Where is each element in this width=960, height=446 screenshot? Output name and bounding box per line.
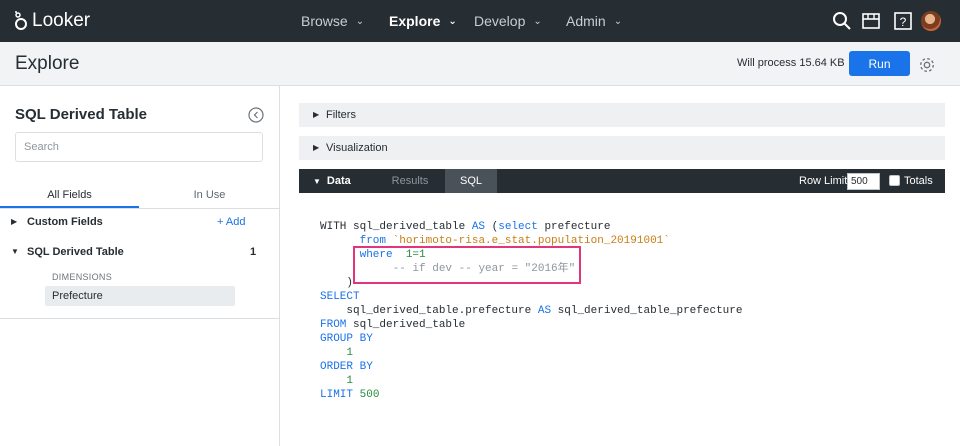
- nav-admin[interactable]: Admin ⌄: [566, 0, 622, 42]
- sql-keyword: GROUP BY: [320, 333, 373, 345]
- page-title: Explore: [15, 53, 80, 74]
- totals-checkbox[interactable]: [889, 175, 900, 186]
- custom-fields-row[interactable]: ▶ Custom Fields + Add: [0, 212, 280, 234]
- sql-keyword: AS: [537, 305, 552, 317]
- dimensions-header: DIMENSIONS: [52, 272, 113, 282]
- nav-explore[interactable]: Explore ⌄: [389, 0, 457, 42]
- tab-divider: [0, 208, 280, 209]
- sql-line: FROM sql_derived_table: [320, 318, 742, 332]
- sql-keyword: select: [498, 221, 538, 233]
- sql-number: 1: [346, 375, 354, 387]
- sidebar-divider: [0, 318, 280, 319]
- sql-token: (: [485, 221, 499, 233]
- visualization-panel[interactable]: ▶ Visualization: [299, 136, 945, 160]
- caret-down-icon: ▼: [11, 247, 19, 256]
- view-label: SQL Derived Table: [27, 246, 124, 258]
- nav-develop[interactable]: Develop ⌄: [474, 0, 542, 42]
- avatar[interactable]: [921, 11, 941, 31]
- run-button[interactable]: Run: [849, 51, 910, 76]
- sql-line: LIMIT 500: [320, 388, 742, 402]
- highlight-box: [353, 246, 581, 284]
- row-limit-label: Row Limit: [799, 175, 848, 187]
- row-limit-input[interactable]: [848, 174, 879, 189]
- collapse-sidebar-icon[interactable]: [248, 107, 264, 123]
- sql-line: SELECT: [320, 290, 742, 304]
- sql-token: sql_derived_table_prefecture: [551, 305, 743, 317]
- caret-right-icon: ▶: [11, 217, 18, 226]
- search-input[interactable]: [16, 133, 262, 161]
- sql-line: 1: [320, 374, 742, 388]
- caret-down-icon: ▼: [313, 177, 321, 186]
- top-navigation-bar: Looker Browse ⌄ Explore ⌄ Develop ⌄ Admi…: [0, 0, 960, 42]
- tab-results[interactable]: Results: [377, 169, 443, 193]
- sql-keyword: FROM: [320, 319, 347, 331]
- data-panel-bar: ▼ Data Results SQL Row Limit Totals: [299, 169, 945, 193]
- page-header: Explore Will process 15.64 KB Run: [0, 42, 960, 86]
- explore-name: SQL Derived Table: [15, 106, 147, 123]
- chevron-down-icon: ⌄: [448, 15, 457, 27]
- sql-token: sql_derived_table.prefecture: [346, 305, 538, 317]
- process-size-text: Will process 15.64 KB: [737, 57, 845, 69]
- sql-keyword: AS: [471, 221, 486, 233]
- chevron-down-icon: ⌄: [613, 15, 623, 27]
- sql-number: 1: [346, 347, 354, 359]
- caret-right-icon: ▶: [313, 110, 320, 119]
- filters-panel[interactable]: ▶ Filters: [299, 103, 945, 127]
- sql-token: WITH sql_derived_table: [320, 221, 472, 233]
- tab-data-label: Data: [326, 175, 351, 187]
- tab-sql[interactable]: SQL: [445, 169, 497, 193]
- sql-keyword: ORDER BY: [320, 361, 373, 373]
- tab-data[interactable]: ▼ Data: [299, 169, 375, 193]
- row-limit-field[interactable]: [847, 173, 880, 190]
- sql-line: sql_derived_table.prefecture AS sql_deri…: [320, 304, 742, 318]
- sql-line: 1: [320, 346, 742, 360]
- chevron-down-icon: ⌄: [355, 15, 365, 27]
- totals-label: Totals: [904, 175, 933, 187]
- field-search[interactable]: [15, 132, 263, 162]
- tab-all-fields[interactable]: All Fields: [0, 182, 139, 208]
- help-icon[interactable]: ?: [893, 11, 913, 31]
- sql-token: sql_derived_table: [346, 319, 466, 331]
- tab-results-label: Results: [391, 175, 429, 187]
- tab-sql-label: SQL: [459, 175, 482, 187]
- sql-number: 500: [359, 389, 380, 401]
- field-picker-sidebar: SQL Derived Table All Fields In Use ▶ Cu…: [0, 86, 280, 446]
- sql-line: WITH sql_derived_table AS (select prefec…: [320, 220, 742, 234]
- gear-icon[interactable]: [918, 56, 936, 74]
- tab-all-fields-label: All Fields: [47, 189, 92, 201]
- nav-explore-label: Explore: [389, 13, 441, 29]
- field-prefecture[interactable]: Prefecture: [45, 286, 235, 306]
- caret-right-icon: ▶: [313, 143, 320, 152]
- nav-browse-label: Browse: [301, 13, 348, 29]
- add-custom-field-button[interactable]: + Add: [217, 216, 245, 228]
- logo-text: Looker: [32, 10, 91, 31]
- sql-token: prefecture: [537, 221, 611, 233]
- view-field-count: 1: [250, 246, 257, 258]
- filters-label: Filters: [326, 109, 356, 121]
- sql-line: GROUP BY: [320, 332, 742, 346]
- nav-browse[interactable]: Browse ⌄: [301, 0, 364, 42]
- custom-fields-label: Custom Fields: [27, 216, 103, 228]
- looker-logo-icon: [15, 11, 27, 30]
- looker-logo[interactable]: Looker: [14, 10, 90, 32]
- svg-text:?: ?: [900, 15, 907, 29]
- sql-keyword: LIMIT: [320, 389, 354, 401]
- tab-in-use[interactable]: In Use: [139, 182, 280, 208]
- tab-in-use-label: In Use: [193, 189, 226, 201]
- chevron-down-icon: ⌄: [533, 15, 542, 27]
- sql-keyword: SELECT: [320, 291, 360, 303]
- search-icon[interactable]: [832, 11, 852, 31]
- nav-develop-label: Develop: [474, 13, 526, 29]
- nav-admin-label: Admin: [566, 13, 606, 29]
- view-row[interactable]: ▼ SQL Derived Table 1: [0, 242, 280, 264]
- marketplace-icon[interactable]: [861, 11, 881, 31]
- sql-line: ORDER BY: [320, 360, 742, 374]
- visualization-label: Visualization: [326, 142, 388, 154]
